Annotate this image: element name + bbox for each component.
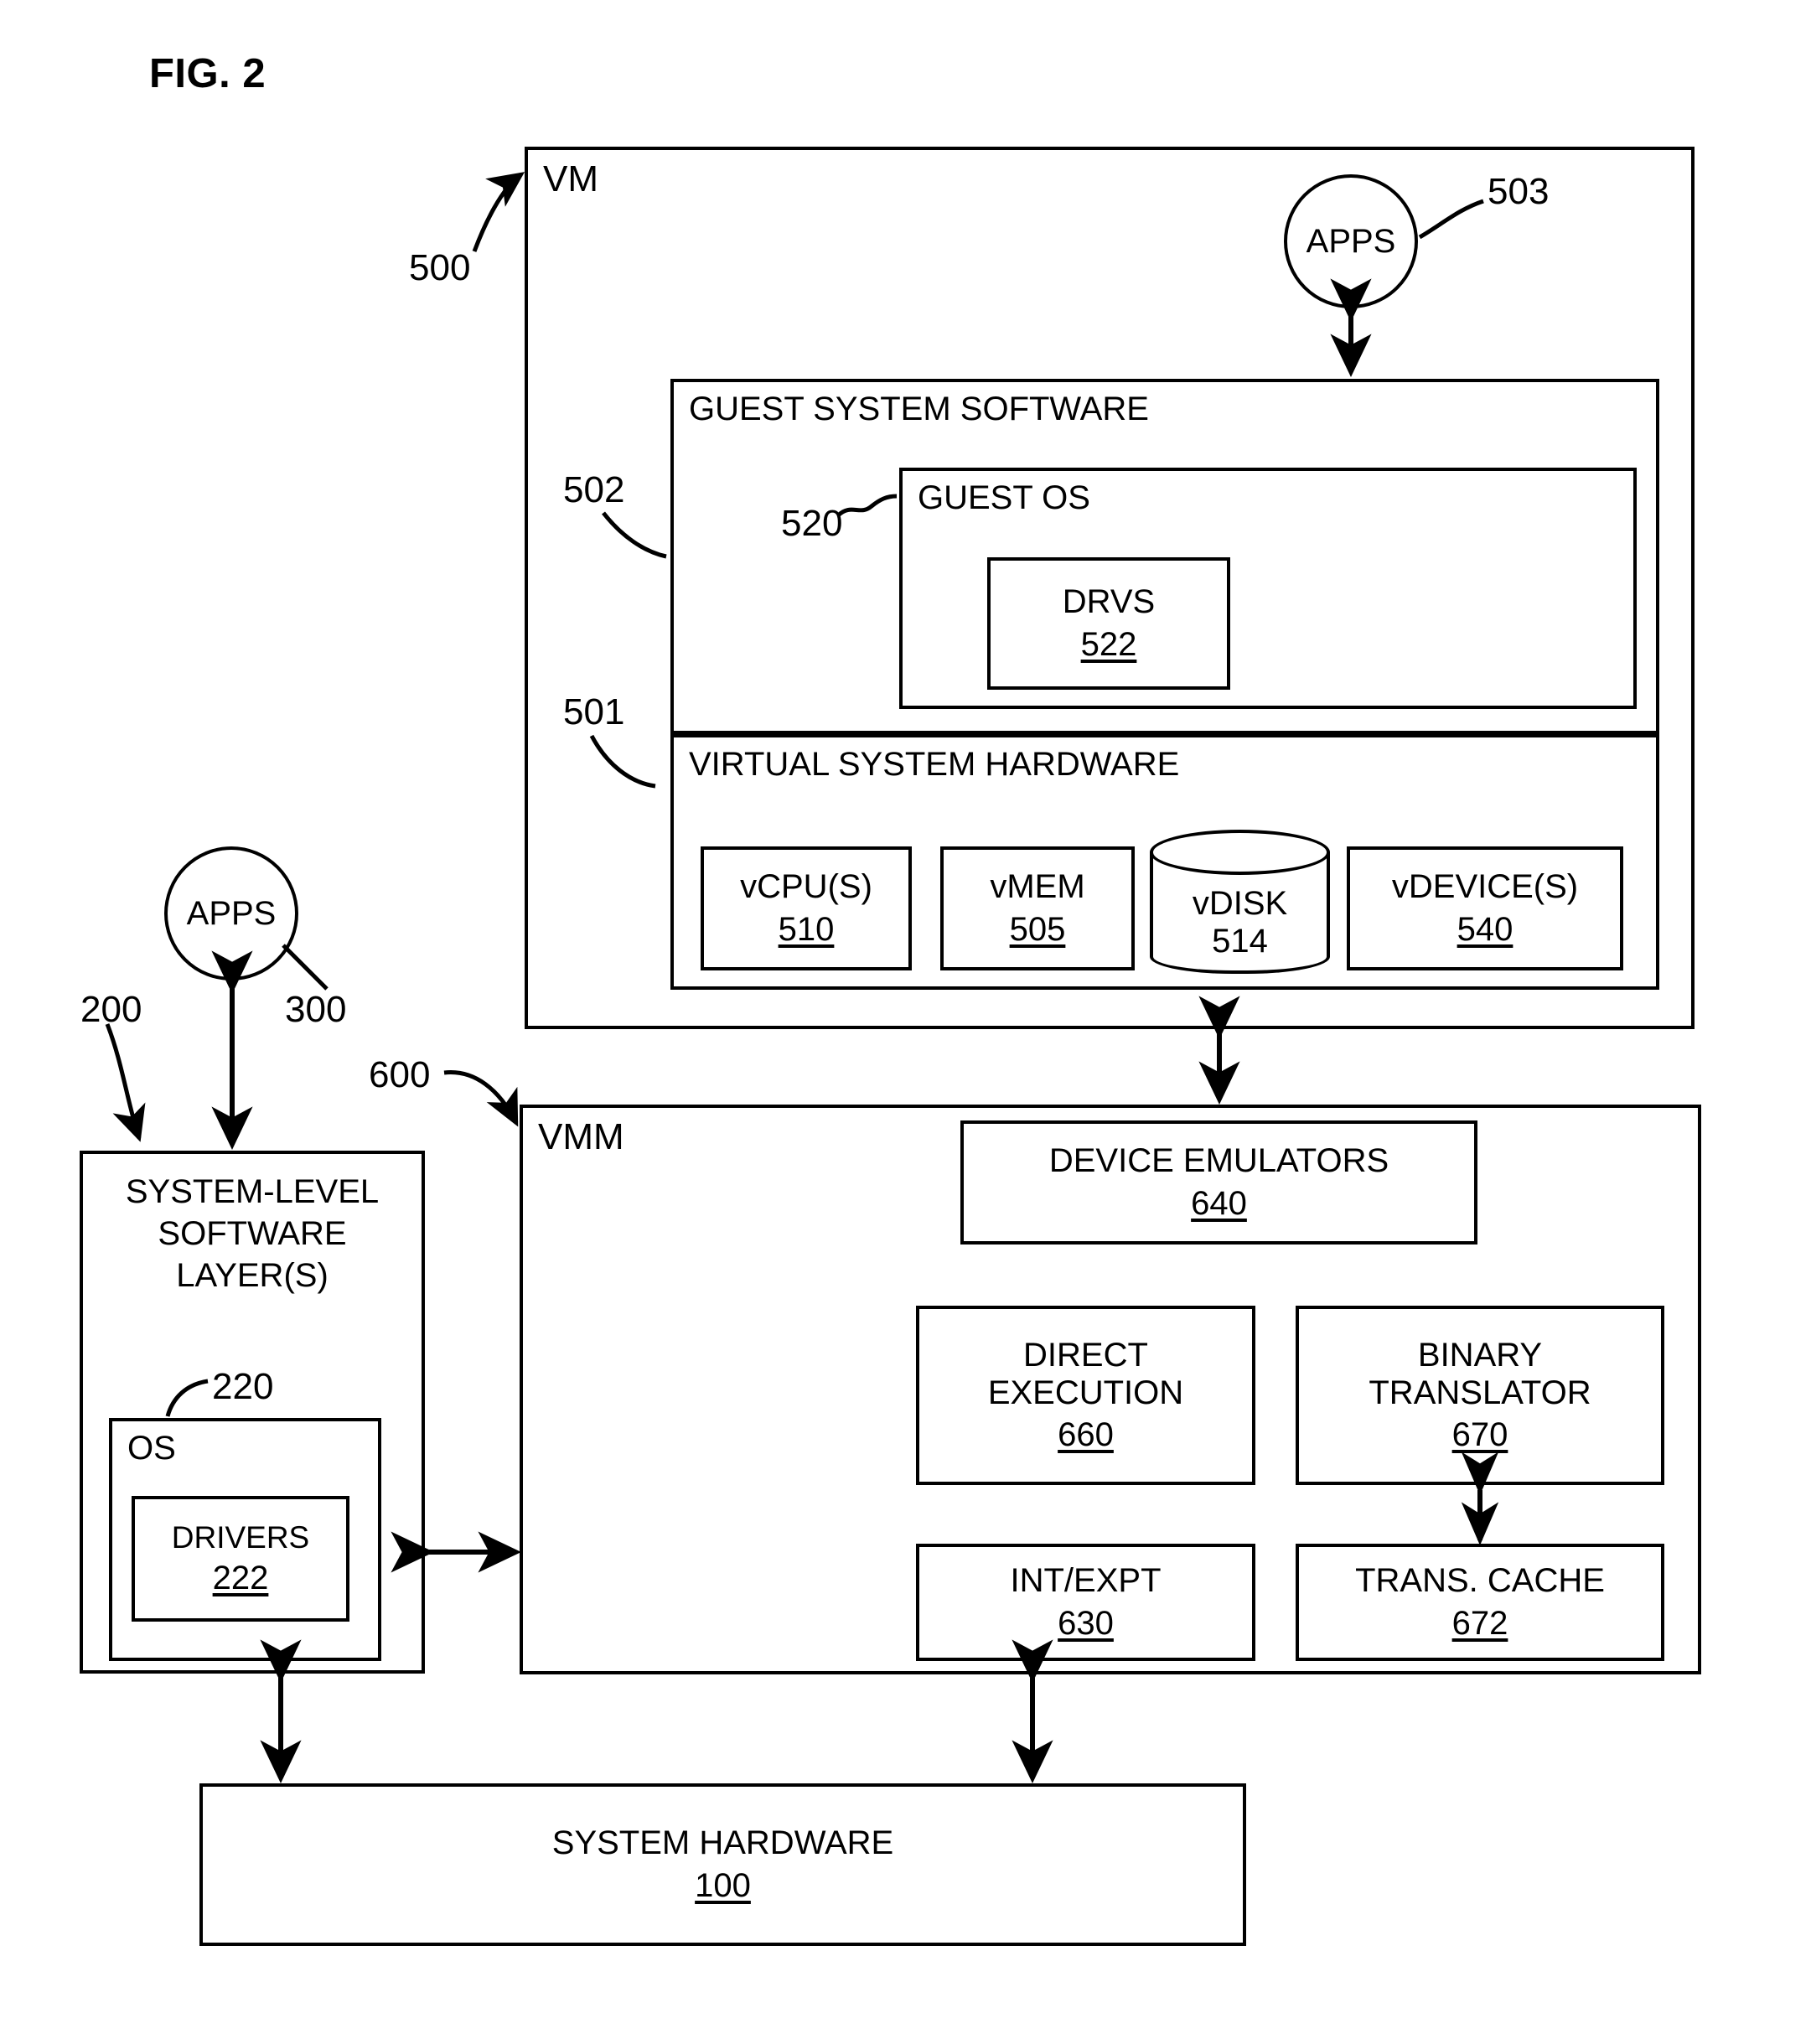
direct-execution-ref: 660	[1058, 1416, 1114, 1454]
binary-translator-box: BINARY TRANSLATOR 670	[1296, 1306, 1664, 1485]
ref-503: 503	[1488, 171, 1550, 212]
os-label: OS	[127, 1430, 176, 1467]
system-level-software-line-3: LAYER(S)	[176, 1257, 329, 1294]
int-expt-ref: 630	[1058, 1605, 1114, 1642]
vm-label: VM	[543, 158, 598, 199]
vdisk-ref: 514	[1212, 922, 1268, 960]
drvs-ref: 522	[1080, 626, 1137, 663]
vdevice-box: vDEVICE(S) 540	[1347, 846, 1623, 970]
guest-system-software-label: GUEST SYSTEM SOFTWARE	[689, 391, 1149, 427]
virtual-system-hardware-label: VIRTUAL SYSTEM HARDWARE	[689, 746, 1180, 783]
vcpu-label: vCPU(S)	[740, 868, 872, 906]
ref-520: 520	[781, 503, 843, 544]
drivers-label: DRIVERS	[171, 1519, 310, 1555]
drivers-ref: 222	[212, 1560, 269, 1597]
ref-300: 300	[285, 989, 347, 1030]
ref-600: 600	[369, 1054, 431, 1095]
binary-translator-ref: 670	[1451, 1416, 1508, 1454]
device-emulators-box: DEVICE EMULATORS 640	[960, 1120, 1477, 1245]
trans-cache-label: TRANS. CACHE	[1355, 1562, 1605, 1600]
vmem-box: vMEM 505	[940, 846, 1135, 970]
drvs-label: DRVS	[1062, 583, 1156, 621]
guest-apps-label: APPS	[1306, 222, 1396, 260]
device-emulators-ref: 640	[1191, 1185, 1247, 1222]
leader-200	[105, 1023, 146, 1142]
vmem-ref: 505	[1009, 911, 1066, 948]
vdevice-label: vDEVICE(S)	[1391, 868, 1579, 906]
figure-title: FIG. 2	[149, 51, 266, 96]
vdisk-cylinder: vDISK 514	[1150, 830, 1330, 974]
vmm-label: VMM	[538, 1116, 624, 1157]
vmem-label: vMEM	[990, 868, 1085, 906]
host-apps-circle: APPS	[164, 846, 298, 981]
system-level-software-line-2: SOFTWARE	[158, 1215, 347, 1252]
drivers-box: DRIVERS 222	[132, 1496, 349, 1622]
direct-execution-box: DIRECT EXECUTION 660	[916, 1306, 1255, 1485]
ref-200: 200	[80, 989, 142, 1030]
ref-501: 501	[563, 691, 625, 732]
ref-502: 502	[563, 469, 625, 510]
leader-300	[282, 944, 329, 991]
figure-canvas: FIG. 2 VM 500 APPS 503 GUEST SYSTEM SOFT…	[0, 0, 1811, 2044]
system-hardware-label: SYSTEM HARDWARE	[551, 1824, 894, 1862]
vdisk-cylinder-top	[1150, 830, 1330, 875]
vcpu-ref: 510	[778, 911, 835, 948]
system-hardware-ref: 100	[695, 1867, 751, 1904]
direct-execution-line-1: DIRECT	[1023, 1336, 1148, 1374]
vdisk-label: vDISK	[1192, 885, 1288, 922]
guest-apps-circle: APPS	[1284, 174, 1418, 308]
leader-600	[443, 1070, 519, 1127]
direct-execution-line-2: EXECUTION	[987, 1374, 1184, 1411]
trans-cache-ref: 672	[1451, 1605, 1508, 1642]
binary-translator-line-1: BINARY	[1417, 1336, 1543, 1374]
ref-220: 220	[212, 1366, 274, 1407]
vdevice-ref: 540	[1457, 911, 1513, 948]
binary-translator-line-2: TRANSLATOR	[1369, 1374, 1591, 1411]
leader-500	[472, 172, 525, 252]
guest-os-label: GUEST OS	[918, 479, 1090, 516]
ref-500: 500	[409, 247, 471, 288]
device-emulators-label: DEVICE EMULATORS	[1048, 1142, 1389, 1180]
host-apps-label: APPS	[186, 894, 277, 932]
system-hardware-box: SYSTEM HARDWARE 100	[199, 1783, 1246, 1946]
drvs-box: DRVS 522	[987, 557, 1230, 690]
vcpu-box: vCPU(S) 510	[701, 846, 912, 970]
trans-cache-box: TRANS. CACHE 672	[1296, 1544, 1664, 1661]
system-level-software-line-1: SYSTEM-LEVEL	[125, 1173, 380, 1210]
int-expt-label: INT/EXPT	[1010, 1562, 1162, 1600]
int-expt-box: INT/EXPT 630	[916, 1544, 1255, 1661]
